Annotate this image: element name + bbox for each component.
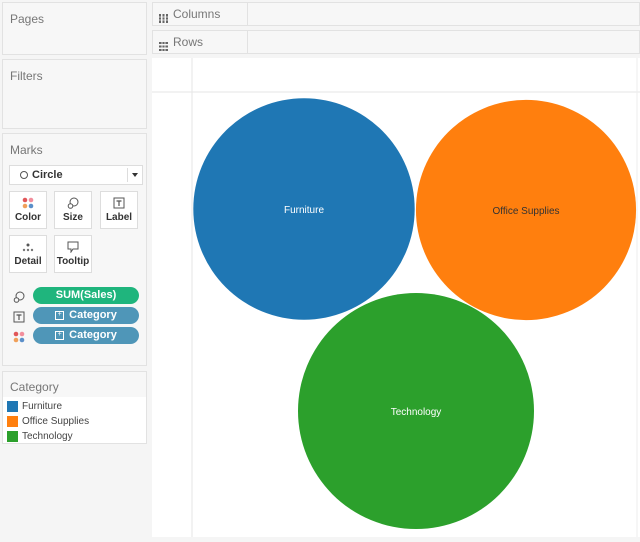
- rows-icon: [159, 38, 168, 56]
- columns-icon: [159, 10, 168, 28]
- bubble-label: Office Supplies: [492, 206, 559, 217]
- color-pill-row: + Category: [9, 327, 141, 345]
- sum-sales-pill-label: SUM(Sales): [55, 289, 117, 301]
- size-pill-row: SUM(Sales): [9, 287, 141, 305]
- legend-item-label: Technology: [22, 431, 73, 442]
- label-icon: [13, 310, 25, 323]
- bubble-chart: Furniture Office Supplies Technology: [152, 58, 640, 537]
- category-color-pill-label: Category: [69, 329, 117, 341]
- label-button[interactable]: Label: [100, 191, 138, 229]
- detail-button[interactable]: Detail: [9, 235, 47, 273]
- label-pill-row: + Category: [9, 307, 141, 325]
- legend-item-furniture[interactable]: Furniture: [7, 400, 62, 413]
- legend-swatch: [7, 431, 18, 442]
- size-button-label: Size: [62, 212, 83, 223]
- sum-sales-pill[interactable]: SUM(Sales): [33, 287, 139, 304]
- category-color-pill[interactable]: + Category: [33, 327, 139, 344]
- dropdown-separator: [127, 168, 128, 182]
- color-icon: [10, 197, 46, 209]
- mark-type-dropdown[interactable]: Circle: [9, 165, 143, 185]
- color-button-label: Color: [14, 212, 42, 223]
- size-button[interactable]: Size: [54, 191, 92, 229]
- category-label-pill-label: Category: [69, 309, 117, 321]
- columns-shelf-label: Columns: [153, 3, 248, 25]
- circle-icon: [20, 171, 28, 179]
- category-label-pill[interactable]: + Category: [33, 307, 139, 324]
- legend-swatch: [7, 401, 18, 412]
- size-icon: [55, 197, 91, 209]
- legend-title: Category: [10, 380, 59, 394]
- expand-icon: +: [55, 330, 65, 340]
- label-icon: [101, 197, 137, 209]
- pages-title: Pages: [10, 12, 45, 26]
- expand-icon: +: [55, 310, 65, 320]
- size-icon: [13, 290, 25, 303]
- pages-card[interactable]: Pages: [2, 2, 147, 55]
- category-legend: Category Furniture Office Supplies Techn…: [2, 371, 147, 444]
- legend-item-label: Office Supplies: [22, 416, 90, 427]
- columns-shelf[interactable]: Columns: [152, 2, 640, 26]
- color-button[interactable]: Color: [9, 191, 47, 229]
- legend-swatch: [7, 416, 18, 427]
- tooltip-button[interactable]: Tooltip: [54, 235, 92, 273]
- chart-viewport[interactable]: Furniture Office Supplies Technology: [152, 58, 640, 537]
- tooltip-icon: [55, 241, 91, 253]
- bubble-label: Technology: [391, 407, 442, 418]
- mark-type-label: Circle: [32, 169, 63, 181]
- columns-label: Columns: [173, 7, 221, 21]
- rows-shelf[interactable]: Rows: [152, 30, 640, 54]
- rows-shelf-label: Rows: [153, 31, 248, 53]
- legend-item-technology[interactable]: Technology: [7, 430, 73, 443]
- marks-card: Marks Circle Color Size Label Detail Too…: [2, 133, 147, 366]
- tooltip-button-label: Tooltip: [56, 256, 90, 267]
- detail-button-label: Detail: [14, 256, 42, 267]
- rows-label: Rows: [173, 35, 204, 49]
- filters-card[interactable]: Filters: [2, 59, 147, 129]
- chevron-down-icon: [132, 173, 138, 177]
- label-button-label: Label: [105, 212, 133, 223]
- marks-title: Marks: [10, 143, 43, 157]
- legend-item-label: Furniture: [22, 401, 63, 412]
- detail-icon: [10, 241, 46, 253]
- color-icon: [13, 330, 25, 343]
- bubble-label: Furniture: [284, 205, 324, 216]
- filters-title: Filters: [10, 69, 43, 83]
- legend-item-office-supplies[interactable]: Office Supplies: [7, 415, 89, 428]
